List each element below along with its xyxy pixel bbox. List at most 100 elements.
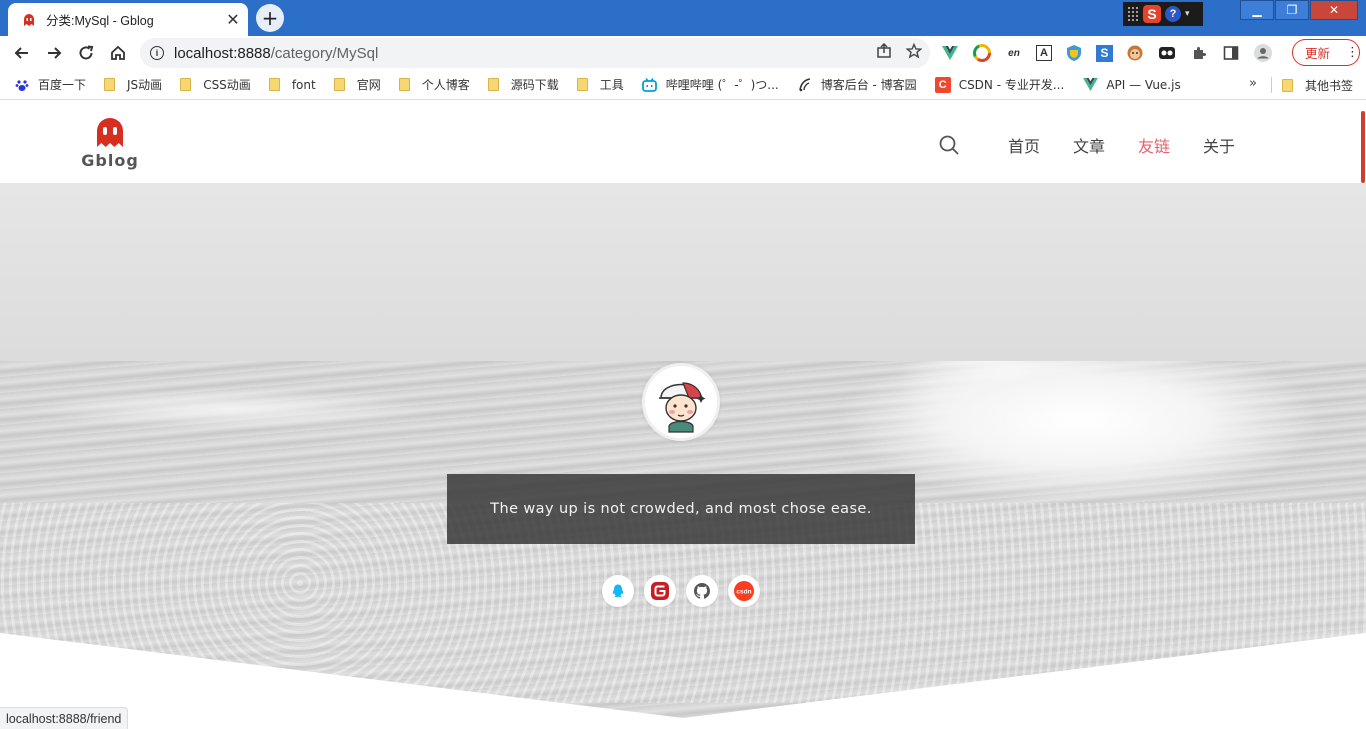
monkey-ext-icon[interactable] bbox=[1125, 43, 1145, 63]
site-logo[interactable]: Gblog bbox=[81, 117, 139, 170]
folder-icon bbox=[576, 78, 588, 91]
csdn-icon: C bbox=[934, 76, 951, 93]
restore-button[interactable]: ❐ bbox=[1275, 0, 1309, 20]
bookmarks-overflow-icon[interactable]: » bbox=[1249, 76, 1257, 91]
bookmark-item[interactable]: 官网 bbox=[333, 76, 381, 93]
scrollbar-thumb[interactable] bbox=[1361, 111, 1365, 183]
bookmark-label: API — Vue.js bbox=[1106, 77, 1181, 92]
gitee-icon bbox=[651, 582, 669, 600]
bookmark-item[interactable]: font bbox=[268, 77, 316, 92]
side-panel-icon[interactable] bbox=[1221, 43, 1241, 63]
motto-box: The way up is not crowded, and most chos… bbox=[447, 474, 915, 544]
folder-icon bbox=[333, 78, 345, 91]
url-text[interactable]: localhost:8888/category/MySql bbox=[174, 45, 378, 62]
avatar[interactable] bbox=[642, 363, 720, 441]
link-status-bar: localhost:8888/friend bbox=[0, 707, 129, 729]
nav-home[interactable]: 首页 bbox=[1008, 133, 1040, 157]
new-tab-button[interactable]: + bbox=[256, 4, 284, 32]
translate-en-icon[interactable]: en bbox=[1004, 43, 1024, 63]
bookmark-label: 官网 bbox=[356, 78, 381, 92]
bookmark-item[interactable]: 个人博客 bbox=[398, 76, 470, 93]
menu-dots-icon[interactable]: ⋮ bbox=[1346, 46, 1359, 59]
bookmark-item[interactable]: 源码下载 bbox=[487, 76, 559, 93]
gitee-link[interactable] bbox=[644, 575, 676, 607]
address-bar[interactable]: i localhost:8888/category/MySql bbox=[140, 38, 930, 68]
folder-icon bbox=[180, 78, 192, 91]
s-ext-icon[interactable]: S bbox=[1096, 44, 1113, 62]
main-nav: 首页 文章 友链 关于 bbox=[1008, 133, 1235, 157]
shield-ext-icon[interactable] bbox=[1064, 43, 1084, 63]
bookmark-item[interactable]: 博客后台 - 博客园 bbox=[797, 76, 917, 93]
csdn-link[interactable]: csdn bbox=[728, 575, 760, 607]
glasses-ext-icon[interactable] bbox=[1157, 43, 1177, 63]
csdn-icon: csdn bbox=[734, 581, 754, 601]
svg-text:csdn: csdn bbox=[736, 589, 751, 596]
folder-icon bbox=[104, 78, 116, 91]
chrome-colorful-icon[interactable] bbox=[972, 43, 992, 63]
bookmark-item[interactable]: 工具 bbox=[576, 76, 624, 93]
bookmark-label: font bbox=[291, 77, 316, 92]
gblog-favicon-icon bbox=[24, 13, 34, 26]
bookmark-label: 博客后台 - 博客园 bbox=[820, 78, 917, 92]
ime-grip-icon bbox=[1127, 6, 1139, 22]
font-a-icon[interactable]: A bbox=[1036, 45, 1052, 61]
bookmark-item[interactable]: JS动画 bbox=[104, 76, 162, 93]
nav-articles[interactable]: 文章 bbox=[1073, 133, 1105, 157]
vue-icon bbox=[1082, 77, 1098, 93]
bookmark-label: 工具 bbox=[599, 78, 624, 92]
back-arrow-icon[interactable] bbox=[6, 37, 38, 69]
bookmark-item[interactable]: API — Vue.js bbox=[1082, 77, 1181, 93]
minimize-button[interactable]: ▁ bbox=[1240, 0, 1274, 20]
forward-arrow-icon[interactable] bbox=[38, 37, 70, 69]
sogou-ime-icon[interactable]: S bbox=[1143, 5, 1161, 23]
bookmarks-bar: 百度一下 JS动画 CSS动画 font 官网 个人博客 源码下载 工具 哔哩哔… bbox=[0, 70, 1366, 100]
cartoon-avatar-icon bbox=[645, 366, 717, 438]
tab-title: 分类:MySql - Gblog bbox=[46, 14, 154, 28]
url-host: localhost:8888 bbox=[174, 44, 271, 62]
bilibili-icon bbox=[642, 77, 658, 93]
hero-banner: The way up is not crowded, and most chos… bbox=[0, 183, 1366, 729]
vue-devtools-icon[interactable] bbox=[940, 43, 960, 63]
extensions-puzzle-icon[interactable] bbox=[1189, 43, 1209, 63]
folder-icon bbox=[487, 78, 499, 91]
bookmark-star-icon[interactable] bbox=[906, 43, 922, 59]
page-viewport: Gblog 首页 文章 友链 关于 The way up is not crow… bbox=[0, 101, 1366, 729]
help-icon[interactable]: ? bbox=[1165, 6, 1181, 22]
folder-icon bbox=[398, 78, 410, 91]
bookmark-item[interactable]: 百度一下 bbox=[14, 76, 86, 93]
window-controls: ▁ ❐ ✕ bbox=[1240, 0, 1358, 20]
logo-text: Gblog bbox=[81, 151, 139, 170]
tab-close-icon[interactable]: ✕ bbox=[220, 7, 246, 33]
nav-friends[interactable]: 友链 bbox=[1138, 133, 1170, 157]
site-info-icon[interactable]: i bbox=[150, 46, 164, 60]
folder-icon bbox=[268, 78, 280, 91]
ime-menu-icon[interactable]: ▾ bbox=[1185, 9, 1190, 19]
search-icon[interactable] bbox=[938, 134, 960, 156]
ime-toolbar[interactable]: S ? ▾ bbox=[1123, 2, 1203, 26]
page-scrollbar[interactable] bbox=[1360, 101, 1366, 729]
bookmarks-divider bbox=[1271, 77, 1272, 93]
github-link[interactable] bbox=[686, 575, 718, 607]
browser-toolbar: i localhost:8888/category/MySql en A S 更… bbox=[0, 36, 1366, 70]
qq-link[interactable] bbox=[602, 575, 634, 607]
close-window-button[interactable]: ✕ bbox=[1310, 0, 1358, 20]
social-links: csdn bbox=[602, 575, 760, 607]
profile-avatar-icon[interactable] bbox=[1253, 43, 1273, 63]
bookmark-item[interactable]: 哔哩哔哩 (゜-゜)つ... bbox=[642, 76, 779, 93]
bookmark-label: JS动画 bbox=[127, 78, 163, 92]
bookmark-label: CSDN - 专业开发... bbox=[958, 78, 1065, 92]
bookmark-item[interactable]: C CSDN - 专业开发... bbox=[934, 76, 1065, 93]
baidu-paw-icon bbox=[14, 77, 30, 93]
share-icon[interactable] bbox=[876, 43, 892, 59]
browser-tab-active[interactable]: 分类:MySql - Gblog ✕ bbox=[8, 3, 248, 36]
browser-titlebar: 分类:MySql - Gblog ✕ + S ? ▾ ▁ ❐ ✕ bbox=[0, 0, 1366, 36]
reload-icon[interactable] bbox=[70, 37, 102, 69]
bookmark-item[interactable]: CSS动画 bbox=[180, 76, 251, 93]
url-path: /category/MySql bbox=[270, 44, 379, 62]
bookmark-label: 百度一下 bbox=[38, 78, 87, 92]
bookmark-label: CSS动画 bbox=[203, 78, 251, 92]
nav-about[interactable]: 关于 bbox=[1203, 133, 1235, 157]
update-button[interactable]: 更新 ⋮ bbox=[1292, 39, 1360, 66]
home-icon[interactable] bbox=[102, 37, 134, 69]
other-bookmarks[interactable]: 其他书签 bbox=[1282, 70, 1353, 100]
